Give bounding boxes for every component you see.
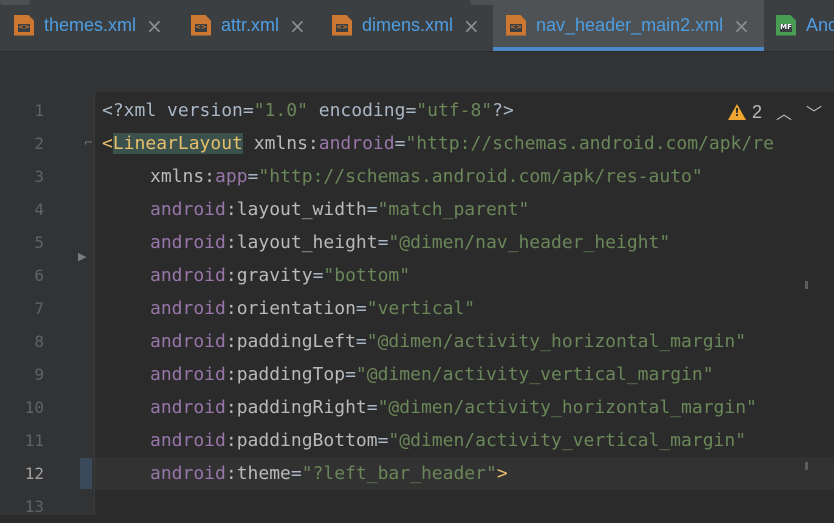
close-icon[interactable]: × — [733, 16, 750, 36]
line-number: 6 — [34, 266, 44, 285]
line-number-gutter[interactable]: 1 2 3 4 5 6 7 8 9 10 11 12 13 ⌐ ▶ — [0, 92, 95, 516]
line-number: 10 — [24, 398, 44, 417]
code-editor[interactable]: <?xml version="1.0" encoding="utf-8"?> <… — [95, 92, 834, 515]
tab-themes-xml[interactable]: <> themes.xml × — [14, 0, 174, 51]
code-line: android:paddingBottom="@dimen/activity_v… — [150, 430, 747, 451]
tab-label: attr.xml — [221, 15, 280, 35]
line-number: 1 — [34, 101, 44, 120]
close-icon[interactable]: × — [463, 16, 480, 36]
editor-tab-bar: <> themes.xml × <> attr.xml × <> dimens.… — [0, 0, 834, 52]
xml-file-icon: <> — [191, 14, 211, 37]
close-icon[interactable]: × — [289, 16, 306, 36]
line-number: 13 — [24, 497, 44, 516]
code-line: android:paddingRight="@dimen/activity_ho… — [150, 397, 757, 418]
warning-count: 2 — [752, 101, 763, 122]
code-line: android:paddingTop="@dimen/activity_vert… — [150, 364, 714, 385]
close-icon[interactable]: × — [146, 16, 163, 36]
tab-android-manifest[interactable]: MF And — [776, 0, 834, 51]
code-line: <LinearLayout xmlns:android="http://sche… — [102, 133, 774, 154]
xml-file-icon: <> — [332, 14, 352, 37]
warning-icon: ! — [728, 104, 746, 120]
code-line: android:paddingLeft="@dimen/activity_hor… — [150, 331, 747, 352]
chevron-up-icon[interactable]: ︿ — [776, 100, 792, 124]
manifest-file-icon: MF — [776, 14, 796, 37]
fold-open-icon[interactable]: ⌐ — [84, 136, 93, 149]
tab-label: themes.xml — [44, 15, 137, 35]
line-number: 3 — [34, 167, 44, 186]
line-number: 9 — [34, 365, 44, 384]
tab-label: nav_header_main2.xml — [536, 15, 724, 35]
scrollbar-marker[interactable] — [805, 281, 808, 289]
tab-attr-xml[interactable]: <> attr.xml × — [191, 0, 321, 51]
code-line-current: android:theme="?left_bar_header"> — [95, 457, 834, 490]
code-line: android:gravity="bottom" — [150, 265, 411, 286]
tab-nav-header-main2-xml[interactable]: <> nav_header_main2.xml × — [493, 0, 764, 51]
breadcrumb-bar — [0, 52, 834, 92]
current-line-gutter-marker — [80, 458, 92, 489]
scrollbar-marker[interactable] — [805, 462, 808, 470]
xml-file-icon: <> — [14, 14, 34, 37]
tab-label: dimens.xml — [362, 15, 454, 35]
line-number-current: 12 — [24, 464, 44, 483]
line-number: 4 — [34, 200, 44, 219]
inspection-widget[interactable]: ! 2 ︿ ﹀ — [716, 96, 834, 128]
fold-arrow-icon[interactable]: ▶ — [78, 250, 86, 263]
tab-label: And — [806, 15, 834, 35]
code-line: android:layout_width="match_parent" — [150, 199, 530, 220]
code-line: android:orientation="vertical" — [150, 298, 476, 319]
tab-dimens-xml[interactable]: <> dimens.xml × — [332, 0, 492, 51]
line-number: 11 — [24, 431, 44, 450]
line-number: 5 — [34, 233, 44, 252]
xml-file-icon: <> — [506, 14, 526, 37]
code-line: xmlns:app="http://schemas.android.com/ap… — [150, 166, 703, 187]
code-line: android:layout_height="@dimen/nav_header… — [150, 232, 671, 253]
chevron-down-icon[interactable]: ﹀ — [806, 100, 822, 124]
line-number: 7 — [34, 299, 44, 318]
line-number: 8 — [34, 332, 44, 351]
line-number: 2 — [34, 134, 44, 153]
